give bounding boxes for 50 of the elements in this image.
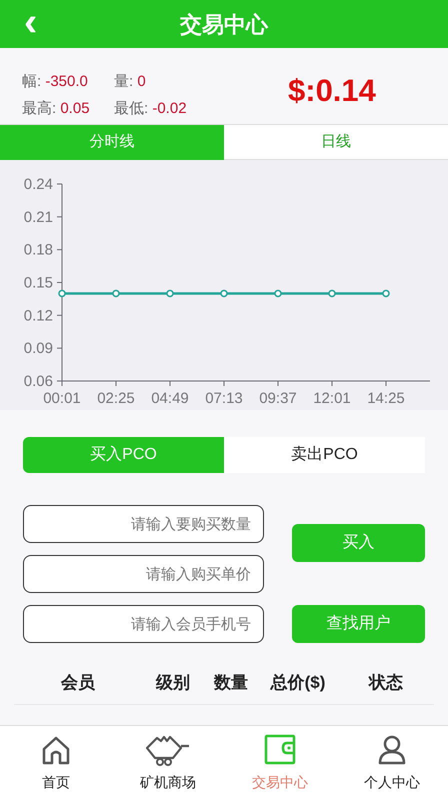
column-header: 会员 [60, 672, 96, 694]
data-point [166, 290, 174, 298]
nav-item[interactable]: 个人中心 [336, 726, 448, 799]
y-tick-label: 0.18 [24, 242, 53, 259]
stat-text: 幅: -350.0 [22, 72, 89, 92]
chart-tab[interactable]: 日线 [224, 125, 448, 160]
input-field[interactable]: 请输入购买单价 [23, 555, 264, 593]
stat-text: 量: 0 [114, 72, 147, 92]
y-tick-label: 0.24 [24, 176, 53, 193]
y-tick-label: 0.21 [24, 208, 53, 226]
column-header: 总价($) [269, 672, 326, 694]
page-title: 交易中心 [180, 10, 268, 38]
x-tick-label: 12:01 [313, 390, 351, 406]
data-point [382, 290, 390, 298]
find-user-button[interactable]: 查找用户 [292, 605, 425, 643]
chart-tab[interactable]: 分时线 [0, 125, 224, 160]
y-tick-label: 0.06 [24, 373, 53, 390]
nav-item[interactable]: 矿机商场 [112, 726, 224, 799]
y-tick-label: 0.12 [24, 307, 53, 324]
nav-item[interactable]: 首页 [0, 726, 112, 799]
data-point [112, 290, 120, 298]
x-tick-label: 04:49 [151, 390, 189, 406]
y-tick-label: 0.15 [24, 274, 53, 292]
column-header: 级别 [154, 672, 191, 694]
input-field[interactable]: 请输入要购买数量 [23, 505, 264, 543]
y-tick-label: 0.09 [24, 340, 53, 358]
input-field[interactable]: 请输入会员手机号 [23, 605, 264, 643]
x-tick-label: 00:01 [43, 390, 81, 406]
nav-item[interactable]: 交易中心 [224, 726, 336, 799]
data-point [220, 290, 228, 298]
cart-icon [145, 734, 191, 766]
data-point [274, 290, 282, 298]
trade-tab[interactable]: 买入PCO [23, 437, 224, 473]
column-header: 状态 [367, 672, 404, 694]
buy-button[interactable]: 买入 [292, 524, 425, 562]
current-price: $:0.14 [288, 72, 376, 110]
x-tick-label: 02:25 [97, 390, 135, 406]
trade-tab[interactable]: 卖出PCO [224, 437, 425, 473]
x-tick-label: 07:13 [205, 390, 243, 406]
stat-text: 最低: -0.02 [114, 98, 188, 118]
back-button[interactable]: ‹ [24, 2, 38, 42]
home-icon [40, 734, 72, 766]
x-tick-label: 09:37 [259, 390, 297, 406]
x-tick-label: 14:25 [367, 390, 405, 406]
data-point [58, 290, 66, 298]
wallet-icon [264, 734, 296, 766]
column-header: 数量 [212, 672, 249, 694]
data-point [328, 290, 336, 298]
stat-text: 最高: 0.05 [22, 98, 91, 118]
user-icon [376, 734, 408, 766]
